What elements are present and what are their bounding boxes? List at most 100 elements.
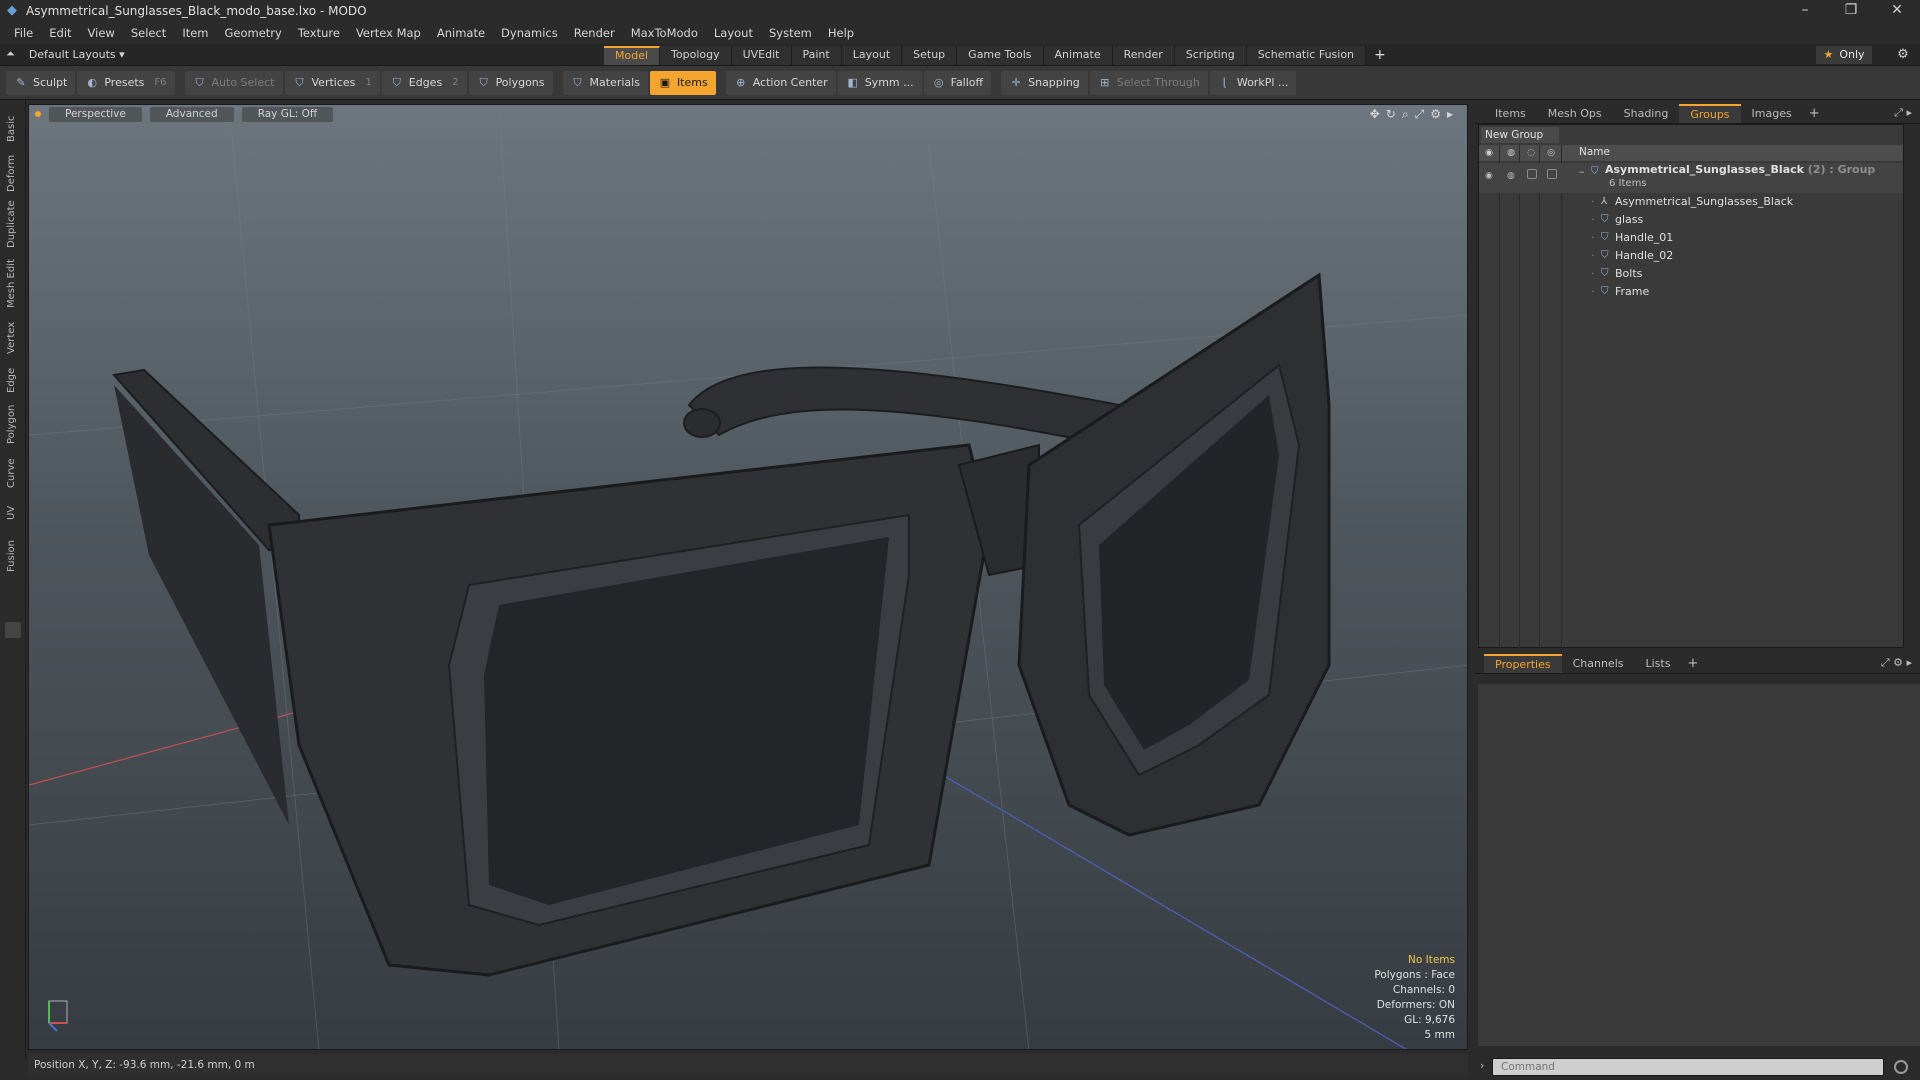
menu-file[interactable]: File <box>6 26 41 40</box>
menu-vertex-map[interactable]: Vertex Map <box>348 26 429 40</box>
sculpt-button[interactable]: ✎ Sculpt <box>6 70 76 95</box>
menu-edit[interactable]: Edit <box>41 26 79 40</box>
add-props-tab-plus-icon[interactable]: + <box>1681 656 1704 671</box>
only-button[interactable]: ★ Only <box>1816 46 1872 64</box>
toolbox-toggle-button[interactable] <box>5 622 21 638</box>
group-render-icon[interactable]: ◍ <box>1507 167 1515 185</box>
render-icon[interactable]: ◍ <box>1505 147 1517 159</box>
viewport-settings-gear-icon[interactable]: ⚙ <box>1430 107 1441 122</box>
layout-bar: ⏶ Default Layouts ▾ Model Topology UVEdi… <box>0 44 1920 66</box>
tab-topology[interactable]: Topology <box>660 46 732 65</box>
rotate-icon[interactable]: ↻ <box>1386 107 1396 122</box>
tab-model[interactable]: Model <box>604 46 661 65</box>
viewport-info-overlay: No Items Polygons : Face Channels: 0 Def… <box>1374 953 1455 1043</box>
edges-button[interactable]: ⛉ Edges 2 <box>381 70 467 95</box>
tab-layout[interactable]: Layout <box>841 46 903 65</box>
menu-item[interactable]: Item <box>174 26 216 40</box>
auto-select-button[interactable]: ⛉ Auto Select <box>184 70 283 95</box>
symmetry-button[interactable]: ◧ Symm ... <box>837 70 922 95</box>
select-icon[interactable]: ◎ <box>1545 147 1557 159</box>
tree-item[interactable]: · ⛉ Handle_02 <box>1479 247 1903 265</box>
tab-images[interactable]: Images <box>1741 104 1803 123</box>
tree-item[interactable]: · ⅄ Asymmetrical_Sunglasses_Black <box>1479 193 1903 211</box>
new-group-button[interactable]: New Group <box>1481 127 1559 143</box>
polygons-button[interactable]: ⛉ Polygons <box>468 70 553 95</box>
tab-groups[interactable]: Groups <box>1679 104 1741 123</box>
tab-animate[interactable]: Animate <box>1043 46 1113 65</box>
falloff-button[interactable]: ◎ Falloff <box>923 70 992 95</box>
menu-texture[interactable]: Texture <box>290 26 348 40</box>
tab-schematic-fusion[interactable]: Schematic Fusion <box>1246 46 1367 65</box>
items-button[interactable]: ▣ Items <box>649 70 716 95</box>
star-icon: ★ <box>1823 48 1834 61</box>
tree-item[interactable]: · ⛉ Handle_01 <box>1479 229 1903 247</box>
gear-icon[interactable]: ⚙ <box>1894 46 1912 64</box>
action-center-button[interactable]: ⊕ Action Center <box>725 70 836 95</box>
menu-view[interactable]: View <box>80 26 123 40</box>
tab-channels[interactable]: Channels <box>1562 654 1635 673</box>
menu-select[interactable]: Select <box>123 26 174 40</box>
pan-icon[interactable]: ✥ <box>1370 107 1380 122</box>
tab-lists[interactable]: Lists <box>1635 654 1682 673</box>
add-panel-tab-plus-icon[interactable]: + <box>1803 106 1826 121</box>
select-through-button[interactable]: ⊞ Select Through <box>1089 70 1208 95</box>
menu-layout[interactable]: Layout <box>706 26 761 40</box>
tab-setup[interactable]: Setup <box>902 46 958 65</box>
menu-maxtomodo[interactable]: MaxToModo <box>623 26 706 40</box>
tab-game-tools[interactable]: Game Tools <box>957 46 1044 65</box>
raygl-button[interactable]: Ray GL: Off <box>241 106 334 122</box>
group-row[interactable]: ◉ ◍ – ⛉ Asymmetrical_Sunglasses_Black (2… <box>1479 163 1903 193</box>
presets-button[interactable]: ◐ Presets F6 <box>77 70 175 95</box>
command-input[interactable] <box>1492 1058 1884 1076</box>
axis-gizmo-icon <box>48 1000 68 1032</box>
layout-collapse-icon[interactable]: ⏶ <box>6 47 15 61</box>
record-macro-icon[interactable] <box>1894 1060 1908 1074</box>
zoom-icon[interactable]: ⌕ <box>1402 107 1409 122</box>
group-collapse-icon[interactable]: – <box>1579 163 1585 181</box>
close-button[interactable]: ✕ <box>1874 0 1920 22</box>
command-bar: › <box>1474 1054 1920 1080</box>
menu-render[interactable]: Render <box>566 26 623 40</box>
tab-properties[interactable]: Properties <box>1484 654 1562 673</box>
layout-tabs: Model Topology UVEdit Paint Layout Setup… <box>604 46 1394 65</box>
restore-button[interactable]: ❐ <box>1828 0 1874 22</box>
group-visibility-eye-icon[interactable]: ◉ <box>1485 167 1493 185</box>
vertices-button[interactable]: ⛉ Vertices 1 <box>284 70 380 95</box>
tree-item[interactable]: · ⛉ Bolts <box>1479 265 1903 283</box>
props-expand-icon[interactable]: ⤢ ⚙ ▸ <box>1881 656 1912 670</box>
tab-shading[interactable]: Shading <box>1613 104 1680 123</box>
visibility-eye-icon[interactable]: ◉ <box>1483 147 1495 159</box>
vertex-icon: ⛉ <box>295 75 304 89</box>
3d-viewport[interactable]: Perspective Advanced Ray GL: Off ✥ ↻ ⌕ ⤢… <box>28 104 1468 1050</box>
fit-icon[interactable]: ⤢ <box>1415 107 1425 122</box>
group-select-checkbox[interactable] <box>1547 169 1557 179</box>
window-title: Asymmetrical_Sunglasses_Black_modo_base.… <box>26 4 367 18</box>
menu-system[interactable]: System <box>761 26 820 40</box>
materials-button[interactable]: ⛉ Materials <box>562 70 648 95</box>
menu-geometry[interactable]: Geometry <box>217 26 290 40</box>
menu-help[interactable]: Help <box>820 26 862 40</box>
menu-dynamics[interactable]: Dynamics <box>493 26 566 40</box>
panel-expand-icon[interactable]: ⤢ ▸ <box>1894 106 1912 120</box>
tab-uvedit[interactable]: UVEdit <box>731 46 792 65</box>
view-mode-button[interactable]: Perspective <box>49 106 142 122</box>
minimize-button[interactable]: – <box>1782 0 1828 22</box>
menu-animate[interactable]: Animate <box>429 26 493 40</box>
layouts-dropdown[interactable]: Default Layouts ▾ <box>29 48 125 61</box>
lock-icon[interactable]: ◌ <box>1525 147 1537 159</box>
group-lock-checkbox[interactable] <box>1527 169 1537 179</box>
tree-item[interactable]: · ⛉ Frame <box>1479 283 1903 301</box>
add-tab-plus-icon[interactable]: + <box>1366 46 1394 65</box>
viewport-menu-dot-icon[interactable] <box>35 111 41 117</box>
tab-paint[interactable]: Paint <box>791 46 842 65</box>
tab-mesh-ops[interactable]: Mesh Ops <box>1537 104 1613 123</box>
tab-items[interactable]: Items <box>1484 104 1537 123</box>
workplane-button[interactable]: ⌊ WorkPl ... <box>1209 70 1297 95</box>
shading-mode-button[interactable]: Advanced <box>149 106 234 122</box>
name-column-header[interactable]: Name <box>1579 146 1610 158</box>
tab-scripting[interactable]: Scripting <box>1174 46 1247 65</box>
expand-arrow-icon[interactable]: ▸ <box>1447 107 1453 122</box>
tab-render[interactable]: Render <box>1112 46 1175 65</box>
tree-item[interactable]: · ⛉ glass <box>1479 211 1903 229</box>
snapping-button[interactable]: ✛ Snapping <box>1001 70 1088 95</box>
